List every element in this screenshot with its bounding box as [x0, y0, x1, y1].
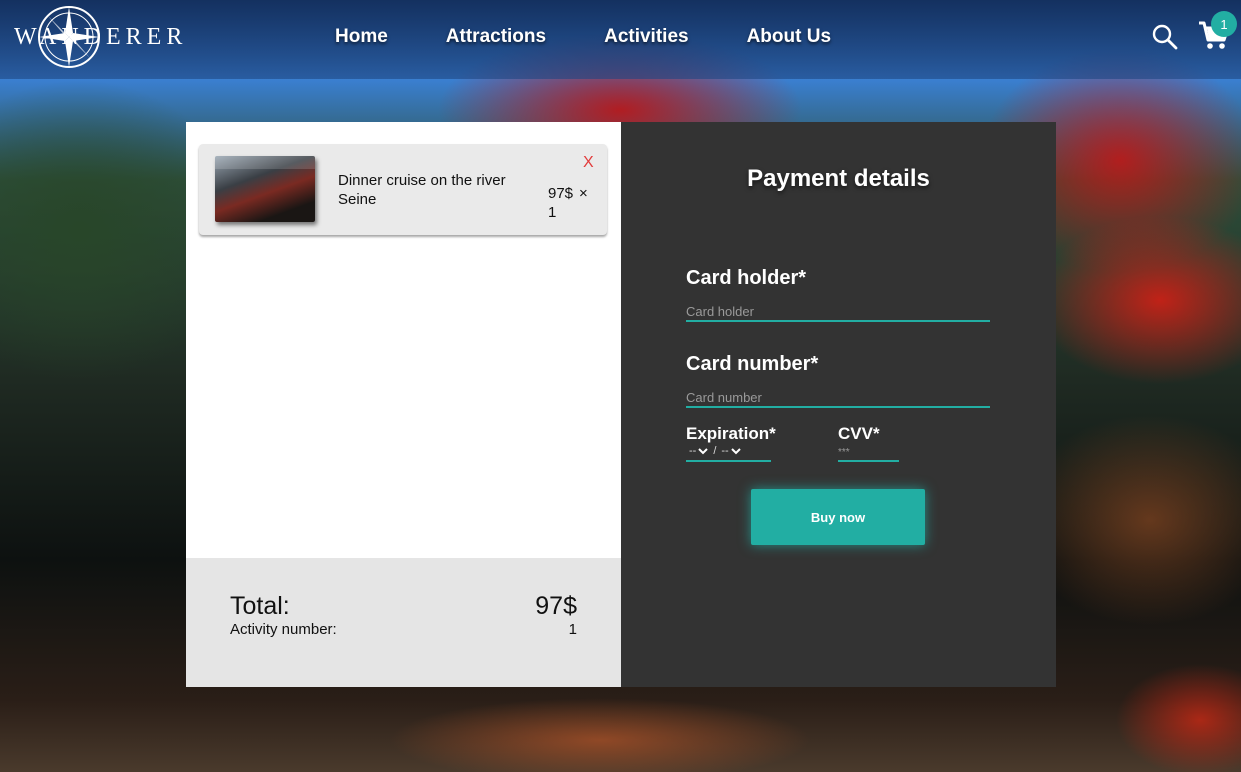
- payment-title: Payment details: [747, 165, 930, 192]
- cart-count-badge: 1: [1211, 11, 1237, 37]
- nav-attractions-link[interactable]: Attractions: [446, 26, 546, 48]
- card-number-label: Card number*: [686, 353, 819, 375]
- cart-item-price: 97$: [548, 185, 574, 202]
- expiration-separator: /: [713, 445, 717, 457]
- card-holder-label: Card holder*: [686, 267, 807, 289]
- expiration-field: -- / --: [686, 442, 771, 462]
- cart-summary: Total: 97$ Activity number: 1: [186, 558, 621, 687]
- top-navbar: WANDERER Home Attractions Activities Abo…: [0, 0, 1241, 79]
- cart-item-name: Dinner cruise on the river Seine: [338, 172, 506, 208]
- site-logo[interactable]: WANDERER: [14, 4, 187, 70]
- activity-thumbnail: [215, 156, 315, 222]
- main-nav: Home Attractions Activities About Us: [335, 26, 831, 48]
- total-value: 97$: [535, 592, 577, 620]
- chevron-down-icon: [731, 447, 741, 454]
- nav-home-link[interactable]: Home: [335, 26, 388, 48]
- cvv-label: CVV*: [838, 424, 880, 443]
- card-number-input[interactable]: [686, 388, 990, 408]
- cart-item-quantity: 1: [548, 204, 557, 221]
- cart-panel: Dinner cruise on the river Seine 97$ × 1…: [186, 122, 621, 687]
- nav-about-link[interactable]: About Us: [747, 26, 831, 48]
- chevron-down-icon: [698, 447, 709, 454]
- compass-icon: [38, 6, 100, 68]
- expiration-year-value: --: [721, 445, 729, 457]
- expiration-month-select[interactable]: --: [689, 445, 709, 457]
- expiration-label: Expiration*: [686, 424, 776, 443]
- total-label: Total:: [230, 592, 290, 620]
- expiration-year-select[interactable]: --: [721, 445, 741, 457]
- search-icon[interactable]: [1152, 24, 1178, 50]
- buy-now-button[interactable]: Buy now: [751, 489, 925, 545]
- activity-count-label: Activity number:: [230, 621, 337, 638]
- remove-item-button[interactable]: X: [583, 154, 594, 172]
- expiration-month-value: --: [689, 445, 697, 457]
- cvv-input[interactable]: [838, 444, 899, 462]
- nav-activities-link[interactable]: Activities: [604, 26, 688, 48]
- multiply-sign: ×: [579, 185, 588, 202]
- cart-item: Dinner cruise on the river Seine 97$ × 1…: [199, 144, 607, 235]
- payment-panel: Payment details Card holder* Card number…: [621, 122, 1056, 687]
- card-holder-input[interactable]: [686, 302, 990, 322]
- activity-count-value: 1: [568, 621, 577, 638]
